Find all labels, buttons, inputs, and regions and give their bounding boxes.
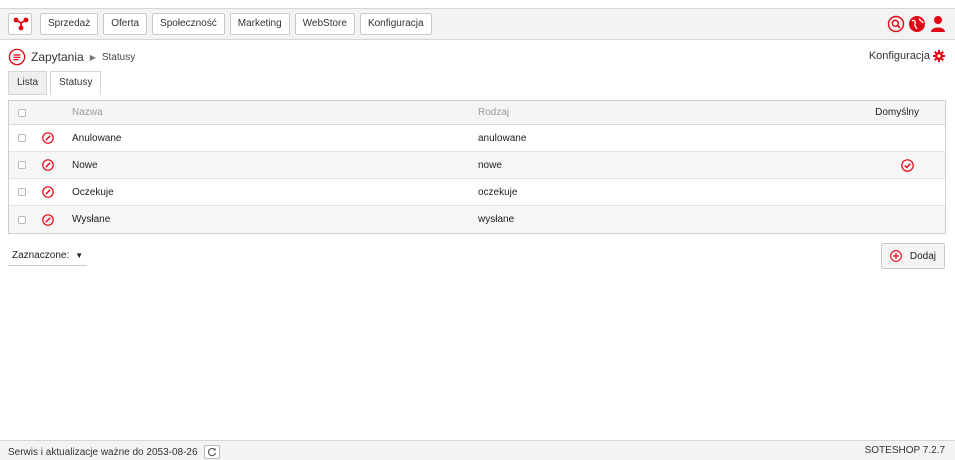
configuration-link[interactable]: Konfiguracja bbox=[869, 50, 945, 62]
table-row: Nowe nowe bbox=[9, 152, 945, 179]
column-header-name[interactable]: Nazwa bbox=[72, 101, 103, 124]
soteshop-logo-icon bbox=[13, 17, 29, 31]
version-label: SOTESHOP 7.2.7 bbox=[864, 445, 945, 456]
statuses-table: Nazwa Rodzaj Domyślny Anulowane anulowan… bbox=[8, 100, 946, 234]
status-name[interactable]: Wysłane bbox=[72, 206, 110, 233]
default-check-icon bbox=[901, 158, 914, 172]
breadcrumb-separator-icon: ▶ bbox=[89, 52, 96, 62]
menu-konfiguracja[interactable]: Konfiguracja bbox=[359, 13, 432, 35]
configuration-link-label: Konfiguracja bbox=[868, 50, 930, 62]
select-all-checkbox[interactable] bbox=[18, 108, 26, 117]
add-button[interactable]: Dodaj bbox=[880, 243, 945, 269]
status-type: anulowane bbox=[478, 132, 527, 144]
table-row: Oczekuje oczekuje bbox=[9, 179, 945, 206]
tab-bar: Lista Statusy bbox=[8, 71, 102, 95]
row-checkbox[interactable] bbox=[18, 215, 26, 224]
bulk-action-select[interactable]: Zaznaczone: ▼ bbox=[8, 246, 88, 266]
refresh-icon bbox=[207, 447, 216, 457]
table-row: Wysłane wysłane bbox=[9, 206, 945, 233]
home-logo-button[interactable] bbox=[8, 13, 32, 35]
menu-marketing[interactable]: Marketing bbox=[229, 13, 290, 35]
edit-icon[interactable] bbox=[42, 132, 54, 144]
row-checkbox[interactable] bbox=[18, 161, 26, 169]
table-row: Anulowane anulowane bbox=[9, 125, 945, 152]
top-icon-group bbox=[887, 15, 947, 33]
breadcrumb: Zapytania ▶ Statusy bbox=[8, 48, 135, 66]
breadcrumb-current: Statusy bbox=[101, 51, 136, 63]
edit-icon[interactable] bbox=[42, 213, 54, 226]
row-checkbox[interactable] bbox=[18, 134, 26, 142]
edit-icon[interactable] bbox=[42, 186, 54, 198]
plus-circle-icon bbox=[890, 250, 902, 262]
status-name[interactable]: Oczekuje bbox=[72, 179, 114, 205]
add-button-label: Dodaj bbox=[909, 250, 936, 262]
user-icon[interactable] bbox=[929, 15, 947, 33]
column-header-default: Domyślny bbox=[875, 107, 919, 118]
status-type: wysłane bbox=[478, 214, 515, 225]
bulk-action-label: Zaznaczone: bbox=[12, 250, 70, 261]
top-navigation-bar: Sprzedaż Oferta Społeczność Marketing We… bbox=[0, 8, 955, 40]
breadcrumb-title[interactable]: Zapytania bbox=[31, 50, 84, 64]
tab-statusy[interactable]: Statusy bbox=[50, 71, 102, 95]
row-checkbox[interactable] bbox=[18, 188, 26, 196]
gear-icon bbox=[933, 50, 945, 62]
menu-webstore[interactable]: WebStore bbox=[294, 13, 355, 35]
main-menu: Sprzedaż Oferta Społeczność Marketing We… bbox=[40, 13, 432, 35]
edit-icon[interactable] bbox=[42, 159, 54, 171]
chat-icon bbox=[8, 48, 26, 66]
globe-icon[interactable] bbox=[908, 15, 926, 33]
status-type: oczekuje bbox=[478, 186, 518, 198]
search-icon[interactable] bbox=[887, 15, 905, 33]
table-header: Nazwa Rodzaj Domyślny bbox=[9, 101, 945, 125]
tab-lista[interactable]: Lista bbox=[8, 71, 48, 95]
status-name[interactable]: Anulowane bbox=[72, 125, 121, 151]
refresh-button[interactable] bbox=[203, 445, 220, 459]
license-info: Serwis i aktualizacje ważne do 2053-08-2… bbox=[8, 446, 198, 458]
status-name[interactable]: Nowe bbox=[72, 152, 98, 178]
column-header-type[interactable]: Rodzaj bbox=[478, 101, 509, 124]
menu-oferta[interactable]: Oferta bbox=[103, 13, 148, 35]
status-type: nowe bbox=[478, 159, 502, 171]
footer-bar: Serwis i aktualizacje ważne do 2053-08-2… bbox=[0, 440, 955, 460]
menu-spolecznosc[interactable]: Społeczność bbox=[152, 13, 225, 35]
chevron-down-icon: ▼ bbox=[75, 251, 84, 260]
menu-sprzedaz[interactable]: Sprzedaż bbox=[40, 13, 99, 35]
